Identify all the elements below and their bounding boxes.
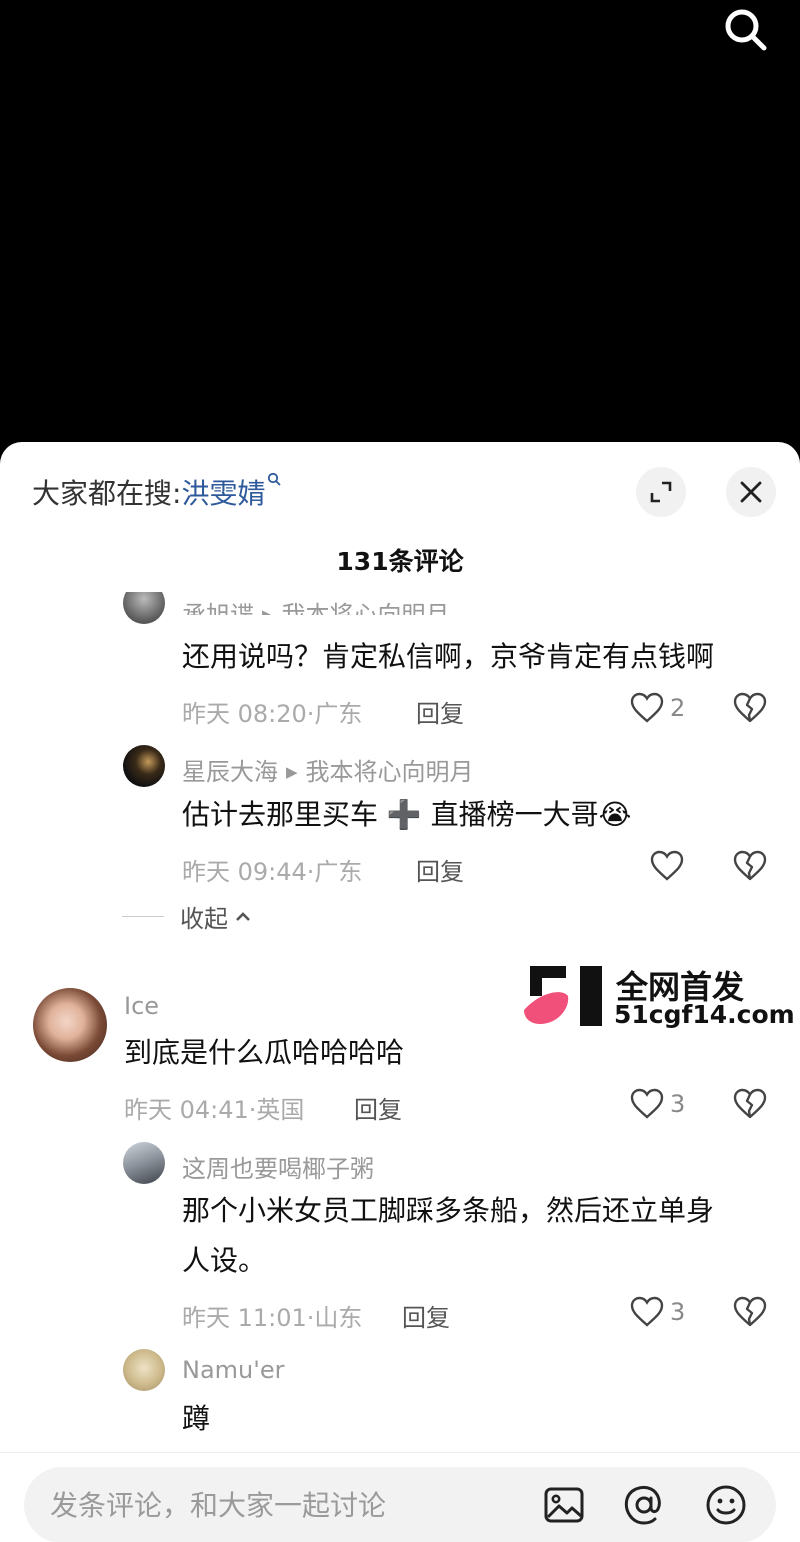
watermark-url: 51cgf14.com (614, 1000, 795, 1029)
watermark: 全网首发 51cgf14.com (522, 962, 795, 1032)
broken-heart-icon[interactable] (733, 692, 767, 724)
comment-input[interactable] (50, 1479, 530, 1531)
at-icon[interactable] (622, 1483, 666, 1527)
comments-sheet: 大家都在搜:洪雯婧 131条评论 承旭谍 ▶ 我本将心向明月 还用说吗？肯定私信啊，… (0, 442, 800, 1542)
like-button[interactable]: 2 (630, 692, 685, 724)
comment-meta: 昨天 11:01·山东 (182, 1304, 363, 1332)
video-area[interactable] (0, 0, 800, 445)
heart-icon (630, 692, 664, 723)
reply-button[interactable]: 回复 (416, 694, 464, 729)
avatar[interactable] (123, 1142, 165, 1184)
broken-heart-icon[interactable] (733, 1296, 767, 1328)
watermark-logo (524, 966, 602, 1026)
like-button[interactable]: 3 (630, 1088, 685, 1120)
comment-author[interactable]: 承旭谍 ▶ 我本将心向明月 (182, 595, 450, 615)
comment-text: 蹲 (182, 1402, 211, 1435)
hot-search-keyword[interactable]: 洪雯婧 (181, 477, 265, 510)
comment-meta: 昨天 09:44·广东 (182, 858, 363, 886)
divider (122, 916, 164, 917)
heart-icon (630, 1088, 664, 1119)
hot-search[interactable]: 大家都在搜:洪雯婧 (32, 472, 281, 512)
comment-text-line: 人设。 (182, 1244, 267, 1277)
reply-button[interactable]: 回复 (402, 1298, 450, 1333)
avatar[interactable] (123, 592, 165, 624)
collapse-label: 收起 (180, 905, 228, 933)
comment-count: 131条评论 (336, 547, 464, 576)
comment-meta: 昨天 08:20·广东 (182, 700, 363, 728)
reply-arrow-icon: ▶ (286, 763, 298, 781)
chevron-up-icon (236, 911, 250, 921)
close-button[interactable] (726, 467, 776, 517)
comment-input-bar (0, 1452, 800, 1542)
reply-arrow-icon: ▶ (262, 606, 274, 615)
comment-text: 还用说吗？肯定私信啊，京爷肯定有点钱啊 (182, 640, 715, 673)
like-count: 2 (670, 694, 686, 722)
like-count: 3 (670, 1090, 686, 1118)
comment-author[interactable]: Ice (124, 992, 159, 1020)
heart-icon (650, 850, 684, 881)
image-icon[interactable] (542, 1483, 586, 1527)
hot-search-label: 大家都在搜: (32, 477, 182, 510)
comment-text: 那个小米女员工脚踩多条船，然后还立单身 人设。 (182, 1186, 782, 1286)
comment-input-container[interactable] (24, 1467, 776, 1542)
avatar[interactable] (123, 1349, 165, 1391)
emoji-icon[interactable] (704, 1483, 748, 1527)
expand-icon (650, 481, 672, 503)
comment-meta: 昨天 04:41·英国 (124, 1096, 305, 1124)
like-count: 3 (670, 1298, 686, 1326)
reply-button[interactable]: 回复 (416, 852, 464, 887)
comment-text: 到底是什么瓜哈哈哈哈 (124, 1036, 405, 1069)
avatar[interactable] (123, 745, 165, 787)
reply-button[interactable]: 回复 (354, 1090, 402, 1125)
comment-author[interactable]: Namu'er (182, 1356, 284, 1384)
comment-text: 估计去那里买车 ➕ 直播榜一大哥😭 (182, 798, 632, 831)
comment-text-line: 那个小米女员工脚踩多条船，然后还立单身 (182, 1194, 715, 1227)
search-small-icon (268, 472, 281, 486)
comment-author[interactable]: 星辰大海 ▶ 我本将心向明月 (182, 752, 474, 787)
like-button[interactable]: 3 (630, 1296, 685, 1328)
close-icon (740, 481, 762, 503)
like-button[interactable] (650, 850, 684, 882)
expand-button[interactable] (636, 467, 686, 517)
comment-author[interactable]: 这周也要喝椰子粥 (182, 1149, 374, 1184)
collapse-replies-button[interactable]: 收起 (122, 899, 252, 934)
heart-icon (630, 1296, 664, 1327)
search-icon[interactable] (722, 6, 770, 54)
avatar[interactable] (33, 988, 107, 1062)
broken-heart-icon[interactable] (733, 1088, 767, 1120)
broken-heart-icon[interactable] (733, 850, 767, 882)
